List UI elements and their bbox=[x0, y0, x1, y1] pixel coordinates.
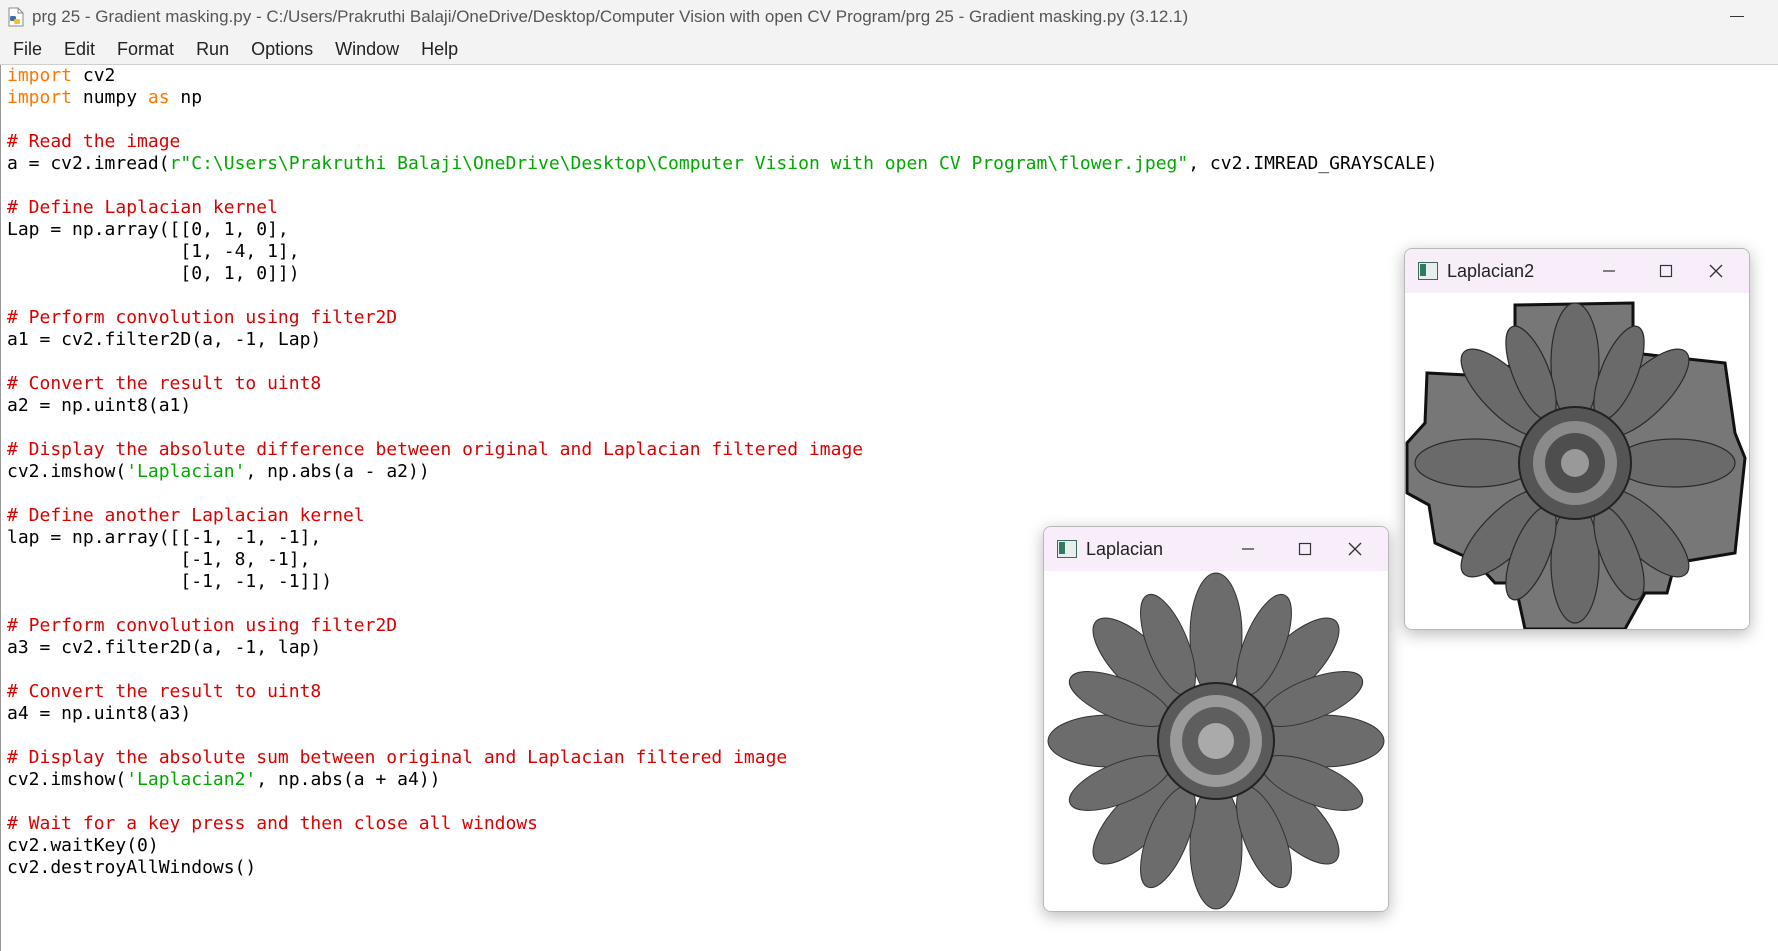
opencv-window-icon bbox=[1418, 262, 1438, 280]
code-token: a1 = cv2.filter2D(a, -1, Lap) bbox=[7, 329, 322, 350]
code-token: cv2 bbox=[72, 65, 116, 86]
code-line[interactable]: import cv2 bbox=[7, 65, 1778, 87]
laplacian2-image bbox=[1405, 293, 1749, 629]
code-string: 'Laplacian' bbox=[126, 461, 246, 482]
code-line[interactable]: # Read the image bbox=[7, 131, 1778, 153]
code-token: [1, -4, 1], bbox=[7, 241, 300, 262]
code-string: r"C:\Users\Prakruthi Balaji\OneDrive\Des… bbox=[169, 153, 1189, 174]
code-token: [-1, -1, -1]]) bbox=[7, 571, 333, 592]
code-comment: # Wait for a key press and then close al… bbox=[7, 813, 539, 834]
code-comment: # Perform convolution using filter2D bbox=[7, 615, 398, 636]
code-comment: # Define Laplacian kernel bbox=[7, 197, 278, 218]
window-title: prg 25 - Gradient masking.py - C:/Users/… bbox=[32, 7, 1189, 26]
code-line[interactable]: cv2.imshow('Laplacian2', np.abs(a + a4)) bbox=[7, 769, 1778, 791]
menu-file[interactable]: File bbox=[2, 34, 53, 64]
laplacian2-title: Laplacian2 bbox=[1447, 260, 1535, 281]
code-token: cv2.waitKey(0) bbox=[7, 835, 159, 856]
code-token: [0, 1, 0]]) bbox=[7, 263, 300, 284]
close-icon[interactable] bbox=[1332, 527, 1378, 571]
code-token: , cv2.IMREAD_GRAYSCALE) bbox=[1188, 153, 1438, 174]
code-line[interactable] bbox=[7, 659, 1778, 681]
code-line[interactable]: # Wait for a key press and then close al… bbox=[7, 813, 1778, 835]
code-token: a4 = np.uint8(a3) bbox=[7, 703, 192, 724]
code-line[interactable]: a3 = cv2.filter2D(a, -1, lap) bbox=[7, 637, 1778, 659]
minimize-icon[interactable] bbox=[1586, 249, 1632, 293]
code-token: [-1, 8, -1], bbox=[7, 549, 311, 570]
code-comment: # Display the absolute sum between origi… bbox=[7, 747, 788, 768]
code-token: cv2.destroyAllWindows() bbox=[7, 857, 257, 878]
code-comment: # Convert the result to uint8 bbox=[7, 681, 322, 702]
laplacian2-title-bar[interactable]: Laplacian2 bbox=[1405, 249, 1749, 293]
code-token: Lap = np.array([[0, 1, 0], bbox=[7, 219, 289, 240]
code-comment: # Define another Laplacian kernel bbox=[7, 505, 365, 526]
code-keyword: as bbox=[147, 87, 170, 108]
code-token: np bbox=[169, 87, 203, 108]
minimize-icon[interactable] bbox=[1225, 527, 1271, 571]
opencv-window-icon bbox=[1057, 540, 1077, 558]
code-keyword: import bbox=[7, 87, 73, 108]
title-bar[interactable]: prg 25 - Gradient masking.py - C:/Users/… bbox=[0, 0, 1778, 34]
code-comment: # Display the absolute difference betwee… bbox=[7, 439, 864, 460]
code-line[interactable]: a = cv2.imread(r"C:\Users\Prakruthi Bala… bbox=[7, 153, 1778, 175]
code-line[interactable]: cv2.destroyAllWindows() bbox=[7, 857, 1778, 879]
code-token: a3 = cv2.filter2D(a, -1, lap) bbox=[7, 637, 322, 658]
laplacian2-window[interactable]: Laplacian2 bbox=[1404, 248, 1750, 630]
code-comment: # Read the image bbox=[7, 131, 181, 152]
menu-help[interactable]: Help bbox=[410, 34, 469, 64]
laplacian-window[interactable]: Laplacian bbox=[1043, 526, 1389, 912]
code-line[interactable]: # Define Laplacian kernel bbox=[7, 197, 1778, 219]
laplacian-title-bar[interactable]: Laplacian bbox=[1044, 527, 1388, 571]
code-token: , np.abs(a - a2)) bbox=[245, 461, 430, 482]
code-string: 'Laplacian2' bbox=[126, 769, 257, 790]
code-line[interactable]: import numpy as np bbox=[7, 87, 1778, 109]
maximize-icon[interactable] bbox=[1643, 249, 1689, 293]
code-line[interactable] bbox=[7, 791, 1778, 813]
code-line[interactable]: cv2.waitKey(0) bbox=[7, 835, 1778, 857]
menu-options[interactable]: Options bbox=[240, 34, 324, 64]
code-line[interactable]: # Convert the result to uint8 bbox=[7, 681, 1778, 703]
code-line[interactable]: Lap = np.array([[0, 1, 0], bbox=[7, 219, 1778, 241]
laplacian-title: Laplacian bbox=[1086, 538, 1164, 559]
code-line[interactable]: a4 = np.uint8(a3) bbox=[7, 703, 1778, 725]
minimize-icon[interactable] bbox=[1722, 4, 1752, 28]
code-line[interactable] bbox=[7, 725, 1778, 747]
code-keyword: import bbox=[7, 65, 73, 86]
menu-bar: File Edit Format Run Options Window Help bbox=[0, 34, 1778, 65]
code-token: lap = np.array([[-1, -1, -1], bbox=[7, 527, 322, 548]
code-token: cv2.imshow( bbox=[7, 769, 127, 790]
menu-edit[interactable]: Edit bbox=[53, 34, 106, 64]
menu-run[interactable]: Run bbox=[185, 34, 240, 64]
code-token: cv2.imshow( bbox=[7, 461, 127, 482]
code-comment: # Convert the result to uint8 bbox=[7, 373, 322, 394]
laplacian-image bbox=[1044, 571, 1388, 911]
code-token: a2 = np.uint8(a1) bbox=[7, 395, 192, 416]
code-comment: # Perform convolution using filter2D bbox=[7, 307, 398, 328]
code-token: , np.abs(a + a4)) bbox=[256, 769, 441, 790]
code-line[interactable]: # Display the absolute sum between origi… bbox=[7, 747, 1778, 769]
close-icon[interactable] bbox=[1693, 249, 1739, 293]
maximize-icon[interactable] bbox=[1282, 527, 1328, 571]
python-file-icon bbox=[6, 7, 26, 27]
code-token: a = cv2.imread( bbox=[7, 153, 170, 174]
code-token: numpy bbox=[72, 87, 148, 108]
menu-format[interactable]: Format bbox=[106, 34, 185, 64]
code-line[interactable] bbox=[7, 175, 1778, 197]
code-line[interactable] bbox=[7, 109, 1778, 131]
menu-window[interactable]: Window bbox=[324, 34, 410, 64]
